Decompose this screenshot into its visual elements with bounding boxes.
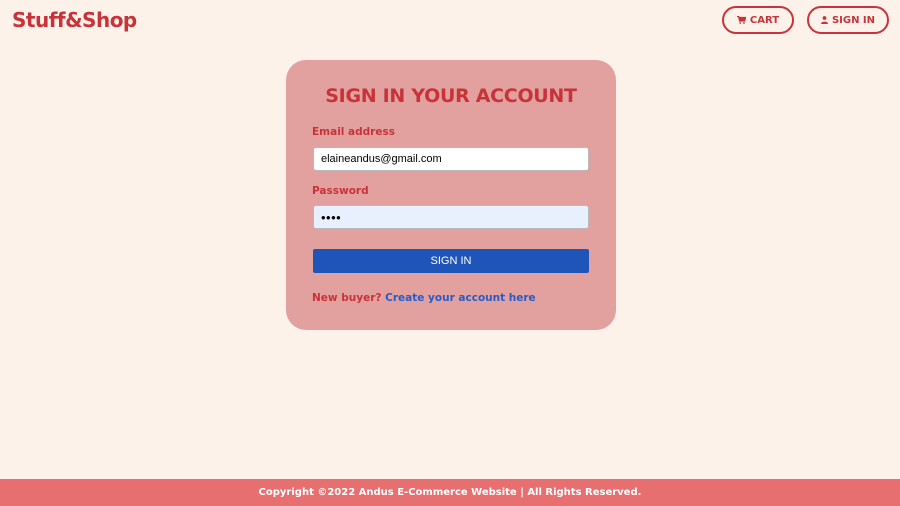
footer-copyright: Copyright ©2022 Andus E-Commerce Website… (258, 487, 642, 498)
email-label: Email address (312, 126, 395, 138)
page: Stuff&Shop CART SIGN IN SIGN IN YOUR ACC… (0, 0, 900, 506)
password-field[interactable] (313, 205, 589, 229)
user-icon (820, 16, 828, 24)
signin-card: SIGN IN YOUR ACCOUNT Email address Passw… (286, 60, 616, 330)
header-signin-button[interactable]: SIGN IN (807, 6, 889, 34)
form-title: SIGN IN YOUR ACCOUNT (325, 85, 577, 107)
header: Stuff&Shop CART SIGN IN (0, 0, 900, 42)
cart-icon (736, 16, 746, 24)
footer: Copyright ©2022 Andus E-Commerce Website… (0, 479, 900, 506)
site-logo[interactable]: Stuff&Shop (12, 8, 137, 32)
email-field[interactable] (313, 147, 589, 171)
register-prefix: New buyer? (312, 292, 382, 304)
signin-submit-button[interactable]: SIGN IN (313, 249, 589, 273)
create-account-link[interactable]: Create your account here (385, 292, 536, 304)
cart-button[interactable]: CART (722, 6, 794, 34)
signin-label: SIGN IN (831, 14, 876, 26)
cart-label: CART (749, 14, 780, 26)
password-label: Password (312, 185, 369, 197)
register-prompt: New buyer? Create your account here (312, 292, 536, 304)
